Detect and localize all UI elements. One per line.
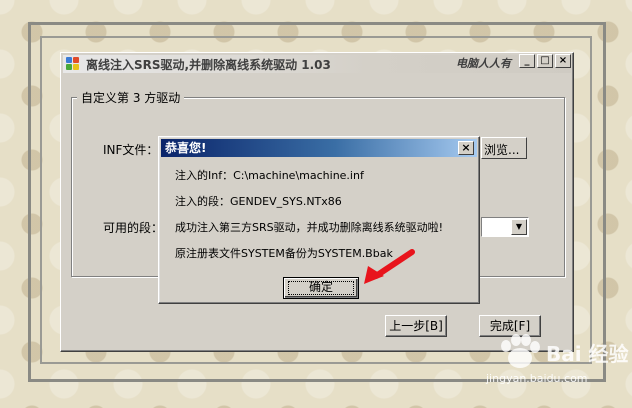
- watermark-url: jingyan.baidu.com: [486, 372, 588, 385]
- close-icon: ×: [461, 141, 471, 154]
- dialog-close-button[interactable]: ×: [458, 141, 474, 155]
- group-label: 自定义第 3 方驱动: [77, 89, 185, 106]
- segment-select[interactable]: ▼: [481, 217, 529, 237]
- inf-file-label: INF文件：: [103, 143, 159, 157]
- app-icon: [66, 57, 82, 71]
- maximize-button[interactable]: □: [537, 54, 553, 68]
- baidu-paw-icon: [501, 334, 540, 368]
- baidu-watermark: Bai 经验 jingyan.baidu.com: [486, 332, 629, 388]
- dialog-inf-line: 注入的Inf：C:\machine\machine.inf: [175, 169, 364, 182]
- close-button[interactable]: ×: [555, 54, 571, 68]
- dialog-title: 恭喜您!: [165, 141, 207, 155]
- watermark-text: Bai 经验: [546, 342, 629, 366]
- close-icon: ×: [558, 55, 568, 66]
- maximize-icon: □: [540, 55, 550, 66]
- minimize-icon: _: [524, 55, 530, 66]
- dialog-segment-line: 注入的段：GENDEV_SYS.NTx86: [175, 195, 342, 208]
- window-title: 离线注入SRS驱动,并删除离线系统驱动 1.03: [86, 57, 331, 72]
- annotation-arrow-icon: [364, 249, 415, 284]
- arrow-head: [364, 266, 384, 284]
- back-button[interactable]: 上一步[B]: [385, 315, 447, 337]
- available-segment-label: 可用的段：: [103, 221, 164, 235]
- caption-buttons: _ □ ×: [519, 54, 571, 68]
- ok-button[interactable]: 确定: [283, 277, 359, 299]
- browse-button[interactable]: 浏览...: [481, 137, 527, 159]
- ok-button-label: 确定: [308, 280, 333, 294]
- arrow-shaft: [373, 249, 415, 279]
- dialog-success-line: 成功注入第三方SRS驱动，并成功删除离线系统驱动啦!: [175, 221, 444, 234]
- chevron-down-icon[interactable]: ▼: [511, 219, 527, 235]
- dialog-titlebar[interactable]: 恭喜您! ×: [161, 139, 477, 157]
- brand-label: 电脑人人有: [456, 57, 511, 70]
- success-dialog: 恭喜您! × 注入的Inf：C:\machine\machine.inf 注入的…: [158, 136, 480, 304]
- minimize-button[interactable]: _: [519, 54, 535, 68]
- browse-button-label: 浏览...: [484, 143, 520, 157]
